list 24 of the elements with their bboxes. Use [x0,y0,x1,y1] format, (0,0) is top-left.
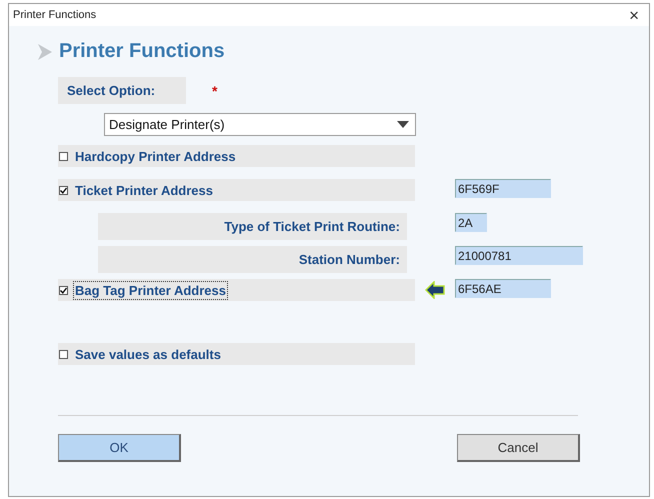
checkbox[interactable] [59,152,68,160]
field-label: Type of Ticket Print Routine: [223,218,401,235]
dialog-heading: Printer Functions [59,40,225,63]
checkbox-label[interactable]: Bag Tag Printer Address [74,282,227,298]
required-mark: * [212,82,218,98]
option-dropdown[interactable]: Designate Printer(s) [104,113,416,136]
caret-icon [397,120,409,128]
checkbox[interactable] [59,186,68,194]
field-label: Station Number: [298,251,401,268]
close-button[interactable]: × [625,6,643,24]
checkbox[interactable] [59,350,68,358]
checkbox-label[interactable]: Hardcopy Printer Address [74,148,237,164]
dialog-button[interactable]: OK [58,434,181,462]
checkbox[interactable] [59,286,68,294]
select-option-label: Select Option: [58,77,186,104]
input-field[interactable]: 2A [455,213,487,232]
checkbox-label[interactable]: Ticket Printer Address [74,182,214,198]
dialog-button[interactable]: Cancel [457,434,580,462]
address-field[interactable]: 6F56AE [455,279,551,298]
window-title: Printer Functions [13,9,96,21]
address-field[interactable]: 6F569F [455,179,551,198]
checkbox-label[interactable]: Save values as defaults [74,346,222,362]
input-field[interactable]: 21000781 [455,246,583,265]
triangle-icon [37,42,53,60]
